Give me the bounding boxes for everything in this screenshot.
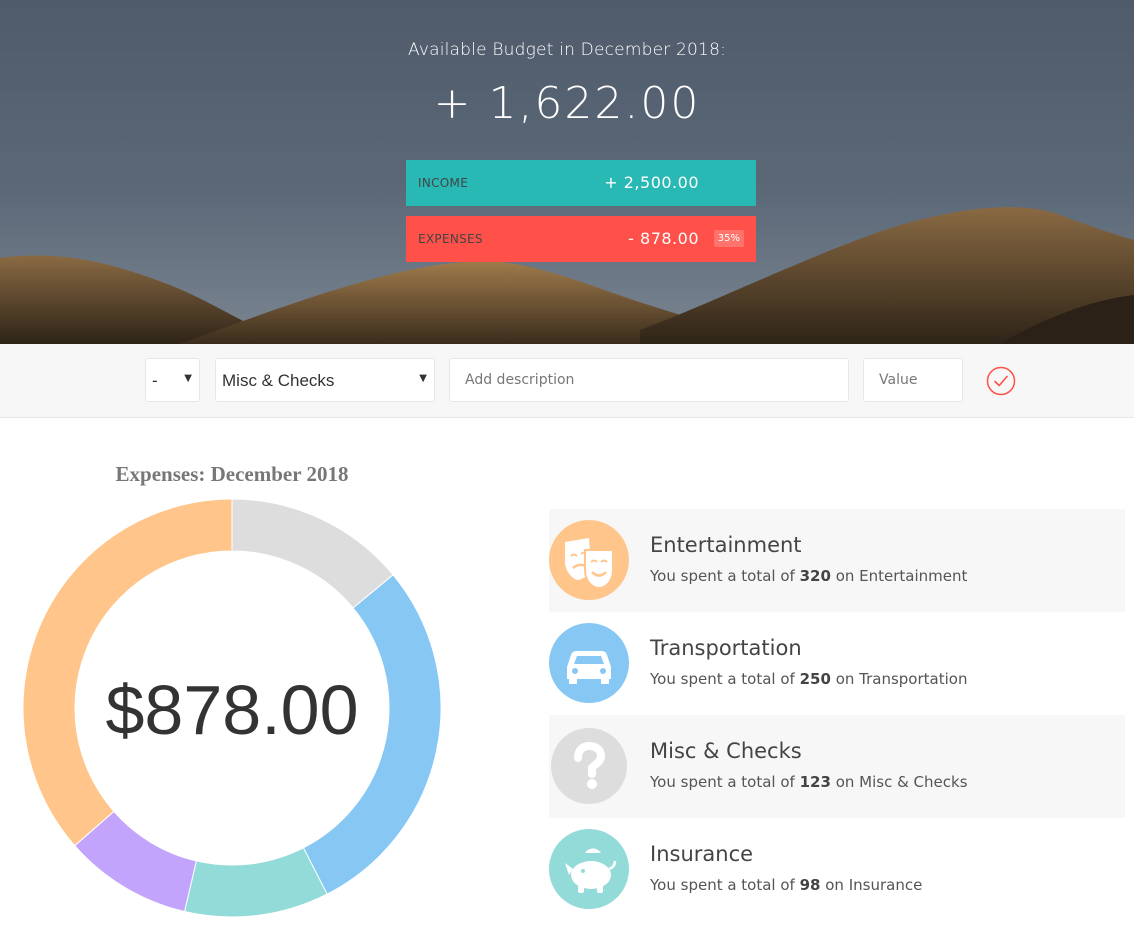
category-amount: 250	[799, 670, 831, 688]
value-input[interactable]	[864, 359, 962, 401]
category-name: Transportation	[650, 636, 802, 660]
budget-title: Available Budget in December 2018:	[407, 40, 727, 60]
category-item-misc-checks[interactable]: Misc & Checks You spent a total of 123 o…	[549, 715, 1125, 818]
category-amount: 98	[799, 876, 821, 894]
category-name: Entertainment	[650, 533, 802, 557]
category-description: You spent a total of 250 on Transportati…	[650, 670, 968, 688]
expenses-chart: Expenses: December 2018 $878.00	[0, 455, 470, 925]
category-amount: 123	[799, 773, 831, 791]
category-select[interactable]: Misc & Checks ▼	[215, 358, 435, 402]
category-description: You spent a total of 98 on Insurance	[650, 876, 923, 894]
expenses-percentage-badge: 35%	[713, 230, 744, 247]
chart-title: Expenses: December 2018	[115, 462, 349, 486]
chevron-down-icon: ▼	[184, 373, 192, 384]
chart-center-total: $878.00	[105, 671, 359, 749]
category-list: Entertainment You spent a total of 320 o…	[549, 509, 1125, 921]
category-description: You spent a total of 123 on Misc & Check…	[650, 773, 968, 791]
available-budget-value: + 1,622.00	[433, 78, 701, 129]
income-value: + 2,500.00	[604, 173, 699, 192]
car-icon	[549, 623, 629, 703]
theater-masks-icon	[549, 520, 629, 600]
donut-slice-misc-checks[interactable]	[231, 498, 394, 609]
type-select[interactable]: - ▼	[145, 358, 200, 402]
budget-header: Available Budget in December 2018: + 1,6…	[0, 0, 1134, 344]
category-description: You spent a total of 320 on Entertainmen…	[650, 567, 968, 585]
category-amount: 320	[799, 567, 831, 585]
question-mark-icon	[549, 726, 629, 806]
expenses-label: Expenses	[418, 232, 483, 246]
checkmark-circle-icon	[986, 366, 1016, 396]
donut-slice-insurance[interactable]	[183, 847, 328, 918]
category-item-transportation[interactable]: Transportation You spent a total of 250 …	[549, 612, 1125, 715]
category-select-value: Misc & Checks	[222, 371, 335, 390]
expenses-value: - 878.00	[628, 229, 699, 248]
value-field	[863, 358, 963, 402]
expenses-summary: Expenses - 878.00 35%	[406, 216, 756, 262]
description-field	[449, 358, 849, 402]
income-label: Income	[418, 176, 469, 190]
income-summary: Income + 2,500.00	[406, 160, 756, 206]
chevron-down-icon: ▼	[419, 373, 427, 384]
category-item-insurance[interactable]: Insurance You spent a total of 98 on Ins…	[549, 818, 1125, 921]
add-entry-button[interactable]	[986, 366, 1016, 396]
category-name: Insurance	[650, 842, 754, 866]
description-input[interactable]	[450, 359, 848, 401]
category-item-entertainment[interactable]: Entertainment You spent a total of 320 o…	[549, 509, 1125, 612]
piggy-bank-icon	[549, 829, 629, 909]
type-select-value: -	[152, 371, 158, 390]
category-name: Misc & Checks	[650, 739, 802, 763]
add-entry-form: - ▼ Misc & Checks ▼	[0, 344, 1134, 418]
